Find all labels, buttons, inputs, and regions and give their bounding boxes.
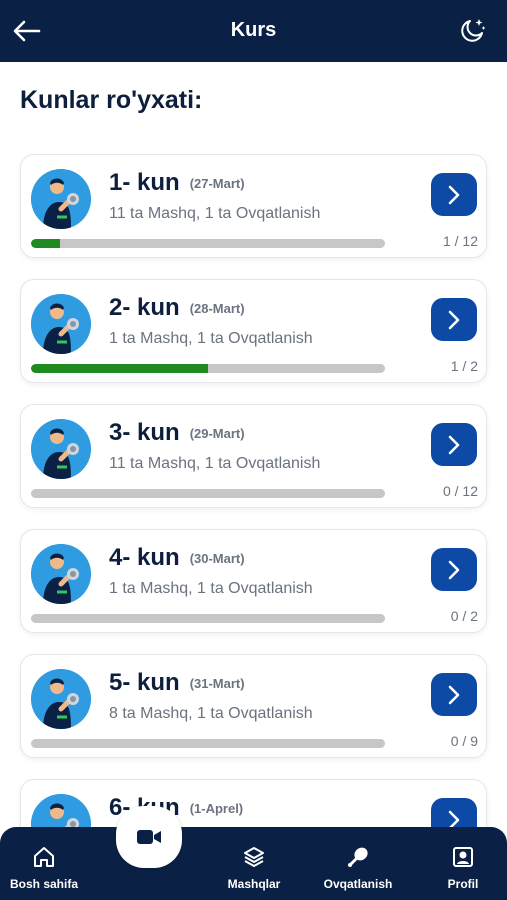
drumstick-icon [348, 847, 368, 867]
chevron-right-icon [448, 560, 460, 579]
nav-exercises-label: Mashqlar [227, 877, 281, 891]
nav-exercises[interactable]: Mashqlar [209, 845, 299, 891]
day-date: (27-Mart) [189, 176, 245, 192]
top-app-bar: Kurs [0, 0, 507, 62]
day-date: (30-Mart) [189, 551, 245, 567]
chevron-right-icon [448, 185, 460, 204]
chevron-right-icon [448, 435, 460, 454]
day-card[interactable]: 1- kun (27-Mart) 11 ta Mashq, 1 ta Ovqatl… [20, 154, 487, 258]
chevron-right-icon [448, 310, 460, 329]
day-card[interactable]: 5- kun (31-Mart) 8 ta Mashq, 1 ta Ovqatla… [20, 654, 487, 758]
athlete-avatar [31, 169, 91, 229]
progress-count: 0 / 12 [442, 483, 478, 499]
open-day-button[interactable] [431, 173, 477, 216]
progress-bar [31, 239, 385, 248]
day-summary: 8 ta Mashq, 1 ta Ovqatlanish [109, 705, 313, 722]
day-date: (28-Mart) [189, 301, 245, 317]
day-title: 2- kun (28-Mart) [109, 294, 245, 321]
open-day-button[interactable] [431, 423, 477, 466]
nav-profile[interactable]: Profil [418, 845, 507, 891]
theme-toggle-button[interactable] [455, 14, 489, 48]
day-summary: 1 ta Mashq, 1 ta Ovqatlanish [109, 330, 313, 347]
day-summary: 1 ta Mashq, 1 ta Ovqatlanish [109, 580, 313, 597]
day-title: 5- kun (31-Mart) [109, 669, 245, 696]
profile-icon [453, 847, 473, 867]
nav-profile-label: Profil [447, 877, 479, 891]
moon-stars-icon [461, 19, 486, 42]
video-button[interactable] [116, 806, 182, 868]
progress-bar [31, 489, 385, 498]
day-title: 1- kun (27-Mart) [109, 169, 245, 196]
athlete-avatar [31, 294, 91, 354]
nav-nutrition-label: Ovqatlanish [323, 877, 393, 891]
athlete-avatar [31, 544, 91, 604]
open-day-button[interactable] [431, 548, 477, 591]
day-date: (1-Aprel) [189, 801, 244, 817]
day-summary: 11 ta Mashq, 1 ta Ovqatlanish [109, 455, 321, 472]
day-card[interactable]: 3- kun (29-Mart) 11 ta Mashq, 1 ta Ovqatl… [20, 404, 487, 508]
day-title: 4- kun (30-Mart) [109, 544, 245, 571]
day-title: 3- kun (29-Mart) [109, 419, 245, 446]
progress-count: 1 / 2 [450, 358, 478, 374]
home-icon [34, 847, 54, 867]
section-heading: Kunlar ro'yxati: [20, 86, 203, 114]
page-title: Kurs [230, 19, 277, 41]
open-day-button[interactable] [431, 673, 477, 716]
progress-count: 1 / 12 [442, 233, 478, 249]
nav-home[interactable]: Bosh sahifa [0, 845, 89, 891]
video-camera-icon [137, 830, 161, 844]
progress-bar [31, 364, 385, 373]
day-date: (29-Mart) [189, 426, 245, 442]
athlete-avatar [31, 669, 91, 729]
athlete-avatar [31, 419, 91, 479]
nav-home-label: Bosh sahifa [9, 877, 78, 891]
progress-bar [31, 739, 385, 748]
progress-count: 0 / 2 [450, 608, 478, 624]
progress-count: 0 / 9 [450, 733, 478, 749]
day-card[interactable]: 2- kun (28-Mart) 1 ta Mashq, 1 ta Ovqatla… [20, 279, 487, 383]
bottom-navigation: Bosh sahifa Mashqlar Ovqatlanish Profil [0, 827, 507, 900]
progress-bar [31, 614, 385, 623]
open-day-button[interactable] [431, 298, 477, 341]
nav-nutrition[interactable]: Ovqatlanish [313, 845, 403, 891]
progress-fill [31, 364, 208, 373]
layers-icon [244, 847, 264, 867]
day-card[interactable]: 4- kun (30-Mart) 1 ta Mashq, 1 ta Ovqatla… [20, 529, 487, 633]
day-summary: 11 ta Mashq, 1 ta Ovqatlanish [109, 205, 321, 222]
chevron-right-icon [448, 685, 460, 704]
progress-fill [31, 239, 61, 248]
day-date: (31-Mart) [189, 676, 245, 692]
